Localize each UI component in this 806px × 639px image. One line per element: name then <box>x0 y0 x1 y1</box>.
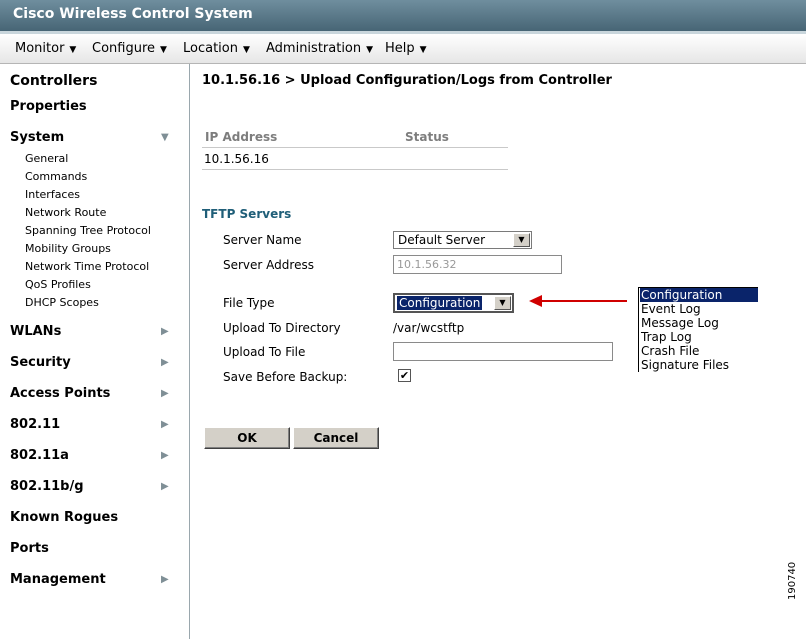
save-before-backup-checkbox[interactable]: ✔ <box>398 369 411 382</box>
section-title-tftp: TFTP Servers <box>202 207 292 221</box>
dropdown-option[interactable]: Configuration <box>640 288 758 302</box>
server-address-input[interactable]: 10.1.56.32 <box>393 255 562 274</box>
menu-bar: Monitor ▼ Configure ▼ Location ▼ Administra… <box>0 34 806 64</box>
chevron-right-icon[interactable]: ▶ <box>161 450 169 461</box>
chevron-right-icon[interactable]: ▶ <box>161 574 169 585</box>
dropdown-option[interactable]: Crash File <box>641 344 699 358</box>
chevron-down-icon: ▼ <box>242 45 250 55</box>
column-header-status: Status <box>405 130 449 144</box>
sidebar-item-interfaces[interactable]: Interfaces <box>25 188 80 201</box>
sidebar-item-security[interactable]: Security <box>10 355 71 370</box>
sidebar-item-dhcp-scopes[interactable]: DHCP Scopes <box>25 296 99 309</box>
menu-monitor[interactable]: Monitor ▼ <box>15 41 76 56</box>
menu-monitor-label: Monitor <box>15 41 65 56</box>
save-before-backup-label: Save Before Backup: <box>223 370 348 384</box>
file-type-value: Configuration <box>397 296 483 310</box>
chevron-right-icon[interactable]: ▶ <box>161 357 169 368</box>
chevron-right-icon[interactable]: ▶ <box>161 326 169 337</box>
sidebar-item-ports[interactable]: Ports <box>10 541 49 556</box>
server-address-value: 10.1.56.32 <box>397 258 457 271</box>
sidebar-item-properties[interactable]: Properties <box>10 99 87 114</box>
chevron-right-icon[interactable]: ▶ <box>161 388 169 399</box>
dropdown-option[interactable]: Event Log <box>641 302 701 316</box>
title-bar: Cisco Wireless Control System <box>0 0 806 34</box>
file-type-label: File Type <box>223 296 275 310</box>
menu-location[interactable]: Location ▼ <box>183 41 250 56</box>
sidebar-item-80211[interactable]: 802.11 <box>10 417 60 432</box>
sidebar-item-ntp[interactable]: Network Time Protocol <box>25 260 149 273</box>
server-address-label: Server Address <box>223 258 314 272</box>
chevron-down-icon[interactable]: ▼ <box>513 233 530 247</box>
menu-configure[interactable]: Configure ▼ <box>92 41 167 56</box>
menu-location-label: Location <box>183 41 238 56</box>
sidebar-item-80211bg[interactable]: 802.11b/g <box>10 479 84 494</box>
cancel-button[interactable]: Cancel <box>293 427 379 449</box>
annotation-arrow-line <box>541 300 627 302</box>
dropdown-option[interactable]: Signature Files <box>641 358 729 372</box>
chevron-right-icon[interactable]: ▶ <box>161 419 169 430</box>
file-type-select[interactable]: Configuration ▼ <box>393 293 514 313</box>
menu-administration[interactable]: Administration ▼ <box>266 41 373 56</box>
page-title: 10.1.56.16 > Upload Configuration/Logs f… <box>202 73 612 88</box>
server-name-select[interactable]: Default Server ▼ <box>393 231 532 249</box>
chevron-down-icon[interactable]: ▼ <box>494 296 511 310</box>
upload-dir-label: Upload To Directory <box>223 321 341 335</box>
ok-button[interactable]: OK <box>204 427 290 449</box>
chevron-down-icon[interactable]: ▼ <box>161 132 169 143</box>
chevron-down-icon: ▼ <box>419 45 427 55</box>
table-row-divider <box>202 169 508 170</box>
check-icon: ✔ <box>399 369 410 382</box>
chevron-down-icon: ▼ <box>366 45 374 55</box>
dropdown-option[interactable]: Message Log <box>641 316 719 330</box>
sidebar-item-qos-profiles[interactable]: QoS Profiles <box>25 278 91 291</box>
server-name-label: Server Name <box>223 233 302 247</box>
file-type-dropdown-list: Configuration Event Log Message Log Trap… <box>638 287 758 372</box>
menu-help[interactable]: Help ▼ <box>385 41 427 56</box>
sidebar-item-commands[interactable]: Commands <box>25 170 87 183</box>
sidebar-item-wlans[interactable]: WLANs <box>10 324 61 339</box>
sidebar-heading-controllers: Controllers <box>10 73 98 89</box>
sidebar-item-management[interactable]: Management <box>10 572 106 587</box>
server-name-value: Default Server <box>398 233 486 247</box>
menu-help-label: Help <box>385 41 415 56</box>
annotation-arrow-icon <box>529 295 542 307</box>
sidebar-item-system[interactable]: System <box>10 130 64 145</box>
sidebar-item-network-route[interactable]: Network Route <box>25 206 106 219</box>
chevron-right-icon[interactable]: ▶ <box>161 481 169 492</box>
table-cell-ip: 10.1.56.16 <box>204 152 269 166</box>
menu-configure-label: Configure <box>92 41 156 56</box>
chevron-down-icon: ▼ <box>160 45 167 55</box>
sidebar-item-mobility-groups[interactable]: Mobility Groups <box>25 242 111 255</box>
sidebar-item-general[interactable]: General <box>25 152 68 165</box>
app-title: Cisco Wireless Control System <box>13 6 253 22</box>
chevron-down-icon: ▼ <box>69 45 77 55</box>
figure-id: 190740 <box>787 561 798 600</box>
sidebar-item-access-points[interactable]: Access Points <box>10 386 110 401</box>
dropdown-option[interactable]: Trap Log <box>641 330 692 344</box>
menu-administration-label: Administration <box>266 41 362 56</box>
sidebar: Controllers Properties System ▼ General … <box>0 64 190 639</box>
sidebar-item-80211a[interactable]: 802.11a <box>10 448 69 463</box>
upload-dir-value: /var/wcstftp <box>393 321 465 335</box>
sidebar-item-spanning-tree[interactable]: Spanning Tree Protocol <box>25 224 151 237</box>
column-header-ip: IP Address <box>205 130 278 144</box>
upload-file-label: Upload To File <box>223 345 306 359</box>
sidebar-item-known-rogues[interactable]: Known Rogues <box>10 510 118 525</box>
table-header-divider <box>202 147 508 148</box>
upload-file-input[interactable] <box>393 342 613 361</box>
